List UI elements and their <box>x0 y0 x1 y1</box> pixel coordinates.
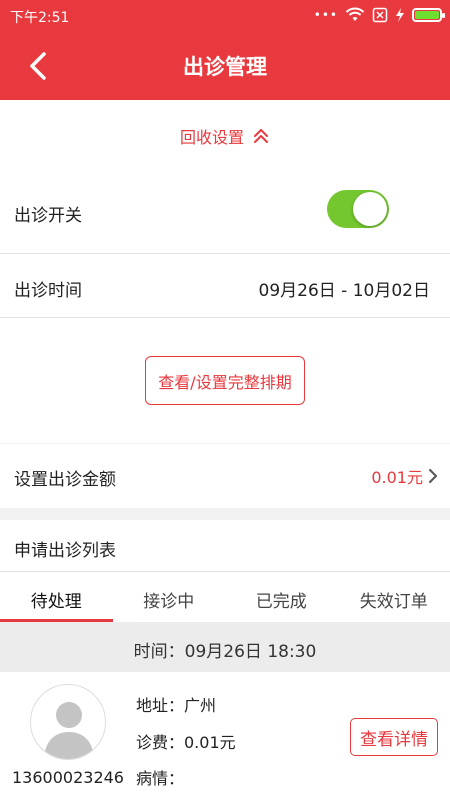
nav-bar: 出诊管理 <box>0 30 450 100</box>
order-card: 13600023246 地址：广州 诊费：0.01元 病情： 查看详情 <box>0 672 450 800</box>
divider <box>0 253 450 254</box>
avatar <box>30 684 106 760</box>
visit-time-value[interactable]: 09月26日 - 10月02日 <box>259 276 430 301</box>
collapse-label: 回收设置 <box>179 128 244 147</box>
top-header: 下午2:51 ••• 出诊管理 <box>0 0 450 100</box>
page-title: 出诊管理 <box>183 55 267 79</box>
order-fee: 诊费：0.01元 <box>136 733 236 752</box>
status-bar: 下午2:51 ••• <box>0 0 450 30</box>
divider <box>0 317 450 318</box>
battery-icon <box>412 8 445 22</box>
dots-icon: ••• <box>313 8 338 22</box>
toggle-knob <box>353 192 387 226</box>
charging-icon <box>396 8 404 22</box>
tab-in-progress[interactable]: 接诊中 <box>113 572 226 622</box>
visit-switch-toggle[interactable] <box>327 190 389 228</box>
wifi-icon <box>345 7 365 21</box>
tab-expired[interactable]: 失效订单 <box>338 572 450 622</box>
order-tabs: 待处理 接诊中 已完成 失效订单 <box>0 572 450 622</box>
amount-value: 0.01元 <box>371 468 423 487</box>
tab-completed[interactable]: 已完成 <box>225 572 338 622</box>
schedule-button[interactable]: 查看/设置完整排期 <box>145 356 305 405</box>
visit-switch-label: 出诊开关 <box>14 206 82 226</box>
patient-phone: 13600023246 <box>12 768 124 787</box>
visit-time-label: 出诊时间 <box>14 281 82 301</box>
user-icon <box>44 702 94 759</box>
order-address: 地址：广州 <box>136 696 217 715</box>
order-time: 时间：09月26日 18:30 <box>0 622 450 672</box>
status-icons: ••• <box>313 6 445 24</box>
sim-icon <box>372 7 388 23</box>
tab-pending[interactable]: 待处理 <box>0 572 113 622</box>
double-chevron-up-icon <box>254 129 268 143</box>
amount-value-link[interactable]: 0.01元 <box>371 464 438 488</box>
status-time: 下午2:51 <box>10 10 70 26</box>
order-condition: 病情： <box>136 769 185 788</box>
list-header-label: 申请出诊列表 <box>14 541 116 561</box>
collapse-toggle[interactable]: 回收设置 <box>0 124 450 148</box>
amount-label: 设置出诊金额 <box>14 470 116 490</box>
view-details-button[interactable]: 查看详情 <box>350 718 438 756</box>
chevron-right-icon <box>429 469 437 483</box>
